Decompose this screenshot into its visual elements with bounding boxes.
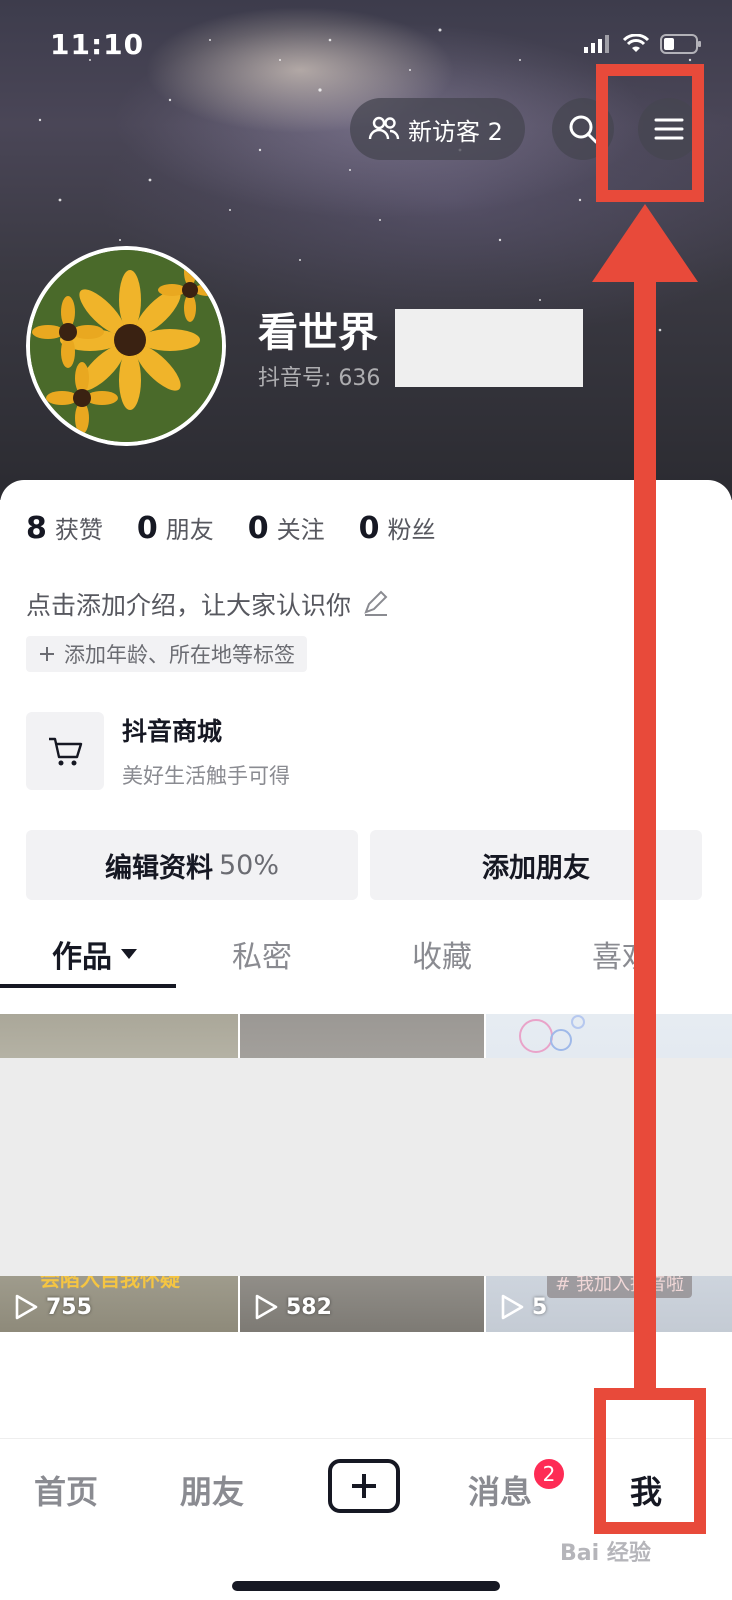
battery-icon xyxy=(660,34,701,54)
visitors-icon xyxy=(368,116,400,140)
play-count: 582 xyxy=(254,1294,332,1320)
douyin-id: 抖音号: 636 xyxy=(258,366,381,391)
create-post-button[interactable] xyxy=(328,1459,400,1513)
play-icon xyxy=(255,1294,278,1320)
shop-title: 抖音商城 xyxy=(122,717,223,746)
status-bar: 11:10 xyxy=(0,0,732,90)
plus-icon xyxy=(40,647,54,661)
username: 看世界 xyxy=(258,310,378,356)
play-count: 5 xyxy=(500,1294,547,1320)
add-tags-label: 添加年龄、所在地等标签 xyxy=(64,643,295,667)
messages-badge: 2 xyxy=(532,1457,566,1491)
bio-prompt[interactable]: 点击添加介绍，让大家认识你 xyxy=(26,586,389,622)
tab-favorites[interactable]: 收藏 xyxy=(412,932,472,976)
wifi-icon xyxy=(622,34,650,52)
profile-header: 11:10 新访客 2 看世界 抖音号: 636 xyxy=(0,0,732,500)
play-count-value: 5 xyxy=(532,1294,548,1320)
edit-profile-button[interactable]: 编辑资料 50% xyxy=(26,830,358,900)
edit-profile-label: 编辑资料 xyxy=(104,852,213,884)
play-icon xyxy=(15,1294,38,1320)
stat-friends-label: 朋友 xyxy=(165,516,214,544)
new-visitors-button[interactable]: 新访客 2 xyxy=(350,98,525,160)
stat-likes-count: 8 xyxy=(26,511,47,546)
search-icon xyxy=(569,115,598,144)
nav-messages[interactable]: 消息 xyxy=(468,1467,532,1513)
video-grid: 会陷入自我怀疑 755 582 # 我加入抖音啦 5 xyxy=(0,1014,732,1332)
hamburger-menu-icon xyxy=(654,118,684,140)
new-visitors-label: 新访客 2 xyxy=(408,117,503,146)
search-button[interactable] xyxy=(552,98,614,160)
status-time: 11:10 xyxy=(50,28,145,61)
plus-icon xyxy=(352,1474,376,1498)
redaction-mask xyxy=(395,309,583,387)
tab-likes[interactable]: 喜欢 xyxy=(592,932,652,976)
play-count-value: 755 xyxy=(46,1294,92,1320)
bottom-nav: 首页 朋友 消息 2 我 Bai 经验 xyxy=(0,1438,732,1600)
edit-profile-percent: 50% xyxy=(218,849,279,881)
add-tags-chip[interactable]: 添加年龄、所在地等标签 xyxy=(26,636,307,672)
stat-likes[interactable]: 8 获赞 xyxy=(26,510,103,546)
douyin-mall-entry[interactable]: 抖音商城 美好生活触手可得 xyxy=(26,712,290,790)
avatar[interactable] xyxy=(26,246,226,446)
stat-fans-count: 0 xyxy=(358,511,380,546)
profile-card: 8 获赞 0 朋友 0 关注 0 粉丝 点击添加介绍，让大家认识你 添加年龄、所… xyxy=(0,480,732,1440)
tab-works-label: 作品 xyxy=(52,940,112,975)
stat-likes-label: 获赞 xyxy=(54,516,103,544)
signal-icon xyxy=(584,35,609,53)
add-friend-button[interactable]: 添加朋友 xyxy=(370,830,702,900)
stats-row: 8 获赞 0 朋友 0 关注 0 粉丝 xyxy=(26,510,436,546)
stat-fans-label: 粉丝 xyxy=(387,516,436,544)
nav-home[interactable]: 首页 xyxy=(34,1467,98,1513)
stat-following[interactable]: 0 关注 xyxy=(248,510,325,546)
play-count-value: 582 xyxy=(286,1294,332,1320)
stat-following-count: 0 xyxy=(247,511,269,546)
tab-private[interactable]: 私密 xyxy=(232,932,292,976)
caret-down-icon xyxy=(121,949,137,959)
menu-button[interactable] xyxy=(638,98,700,160)
nav-friends[interactable]: 朋友 xyxy=(180,1467,244,1513)
home-indicator xyxy=(232,1581,500,1591)
shop-icon-box xyxy=(26,712,104,790)
redaction-mask xyxy=(0,1058,732,1276)
stat-friends[interactable]: 0 朋友 xyxy=(137,510,214,546)
active-tab-indicator xyxy=(0,984,176,988)
stat-friends-count: 0 xyxy=(136,511,158,546)
play-icon xyxy=(501,1294,524,1320)
content-tabs: 作品 私密 收藏 喜欢 xyxy=(0,920,732,990)
stat-following-label: 关注 xyxy=(276,516,325,544)
tab-works[interactable]: 作品 xyxy=(52,932,138,976)
pencil-edit-icon xyxy=(364,590,388,616)
add-friend-label: 添加朋友 xyxy=(482,852,590,884)
play-count: 755 xyxy=(14,1294,92,1320)
watermark: Bai 经验 xyxy=(560,1541,651,1566)
sunflower-avatar-image xyxy=(30,250,222,442)
bio-text: 点击添加介绍，让大家认识你 xyxy=(26,591,352,620)
nav-me[interactable]: 我 xyxy=(630,1467,662,1513)
stat-fans[interactable]: 0 粉丝 xyxy=(359,510,436,546)
status-icons xyxy=(584,34,702,54)
shop-subtitle: 美好生活触手可得 xyxy=(122,764,290,788)
shopping-cart-icon xyxy=(49,737,83,766)
